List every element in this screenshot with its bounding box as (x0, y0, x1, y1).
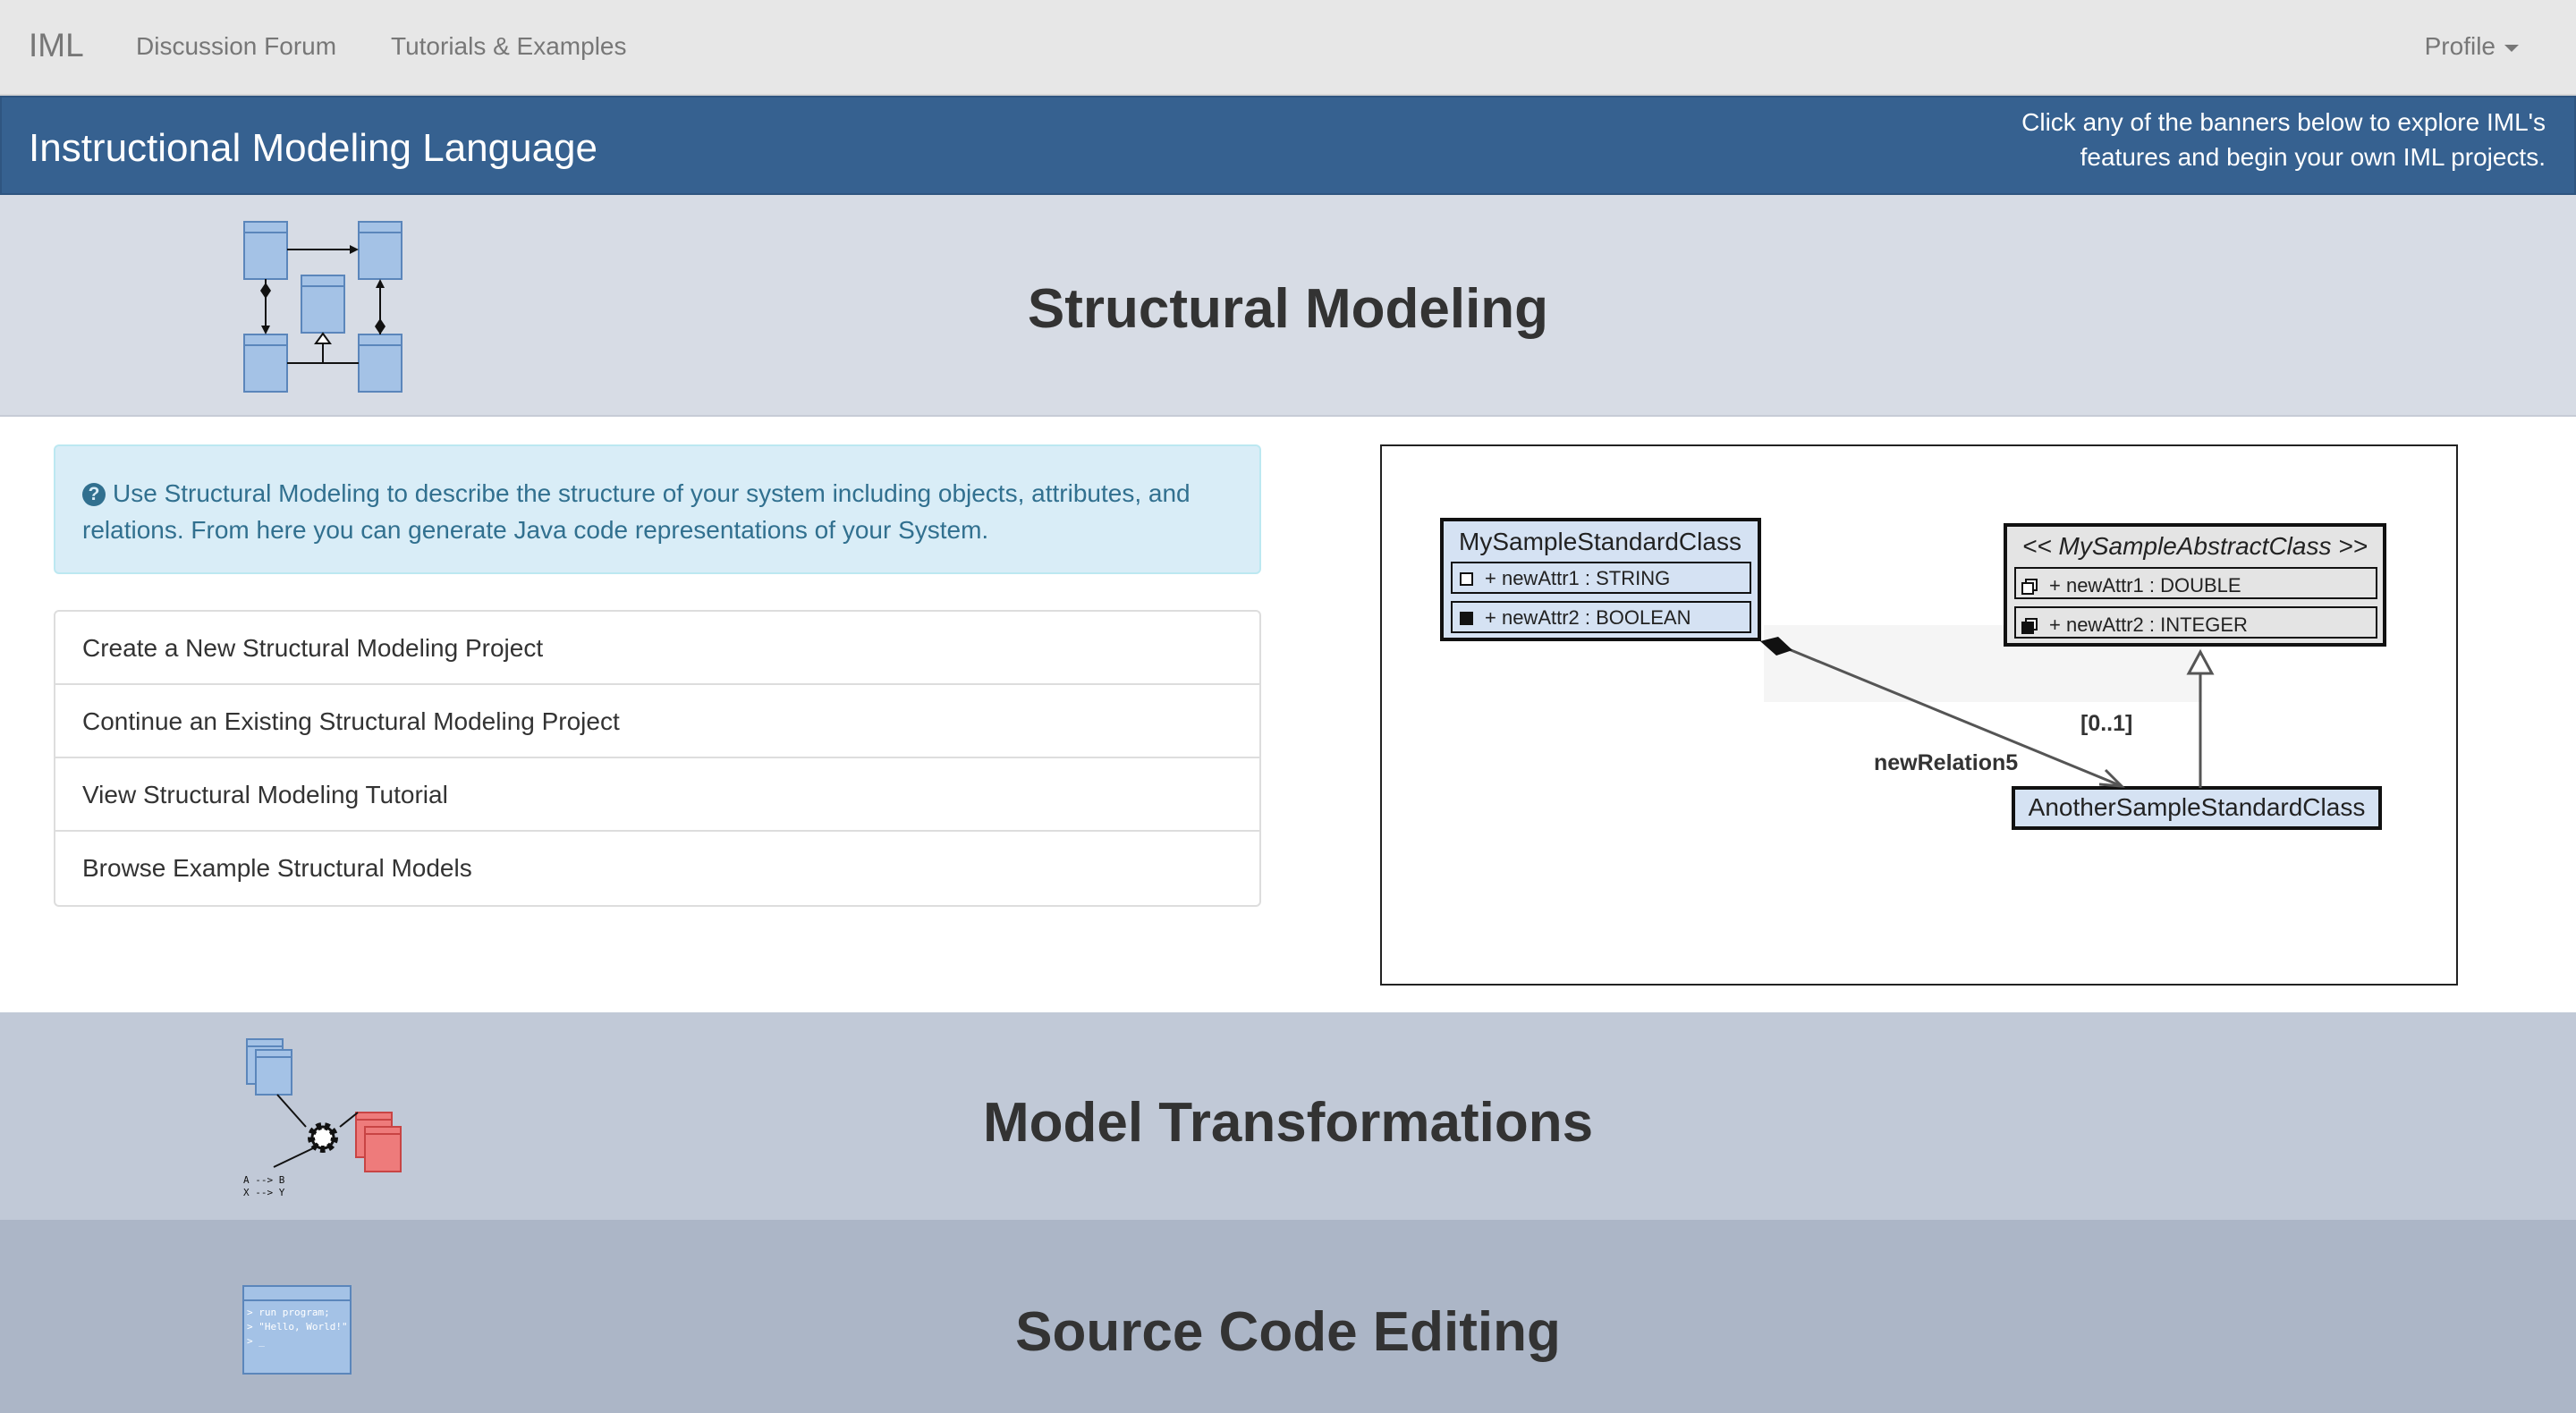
nav-tutorials-examples[interactable]: Tutorials & Examples (391, 32, 627, 61)
class1-name: MySampleStandardClass (1459, 528, 1741, 555)
class-mysamplestandardclass: MySampleStandardClass + newAttr1 : STRIN… (1440, 518, 1761, 641)
class-mysampleabstractclass: << MySampleAbstractClass >> + newAttr1 :… (2004, 523, 2386, 647)
source-code-editing-banner[interactable]: > run program; > "Hello, World!" > _ Sou… (0, 1220, 2576, 1413)
info-line2: relations. From here you can generate Ja… (82, 516, 989, 544)
class-anothersamplestandardclass: AnotherSampleStandardClass (2012, 786, 2382, 830)
header-note-line1: Click any of the banners below to explor… (2021, 108, 2546, 136)
transform-rule1: A --> B (243, 1174, 285, 1186)
class1-attr2: + newAttr2 : BOOLEAN (1485, 606, 1690, 629)
nav-discussion-forum[interactable]: Discussion Forum (136, 32, 336, 61)
model-transformations-title: Model Transformations (982, 1092, 1594, 1154)
class2-name: << MySampleAbstractClass >> (2022, 532, 2368, 560)
continue-project-link[interactable]: Continue an Existing Structural Modeling… (55, 685, 1259, 758)
class1-attr1: + newAttr1 : STRING (1485, 567, 1670, 589)
structural-modeling-banner[interactable]: Structural Modeling (0, 195, 2576, 417)
uml-diagram: MySampleStandardClass + newAttr1 : STRIN… (1440, 518, 2386, 830)
profile-label: Profile (2424, 32, 2496, 60)
structural-diagram-preview: MySampleStandardClass + newAttr1 : STRIN… (1380, 444, 2458, 986)
filled-attribute-icon (1460, 612, 1473, 625)
brand-logo[interactable]: IML (29, 27, 84, 64)
navbar: IML Discussion Forum Tutorials & Example… (0, 0, 2576, 96)
structural-modeling-title: Structural Modeling (1027, 278, 1549, 340)
public-attribute-icon (1460, 572, 1473, 586)
header-note-line2: features and begin your own IML projects… (2080, 143, 2546, 171)
question-circle-icon: ? (82, 483, 106, 506)
profile-dropdown[interactable]: Profile (2425, 32, 2519, 61)
page-title: Instructional Modeling Language (29, 126, 598, 170)
chevron-down-icon (2504, 44, 2519, 52)
view-tutorial-link[interactable]: View Structural Modeling Tutorial (55, 758, 1259, 832)
class3-name: AnotherSampleStandardClass (2029, 793, 2366, 821)
class2-attr2: + newAttr2 : INTEGER (2049, 613, 2248, 636)
structural-actions-list: Create a New Structural Modeling Project… (54, 610, 1261, 907)
source-code-editing-title: Source Code Editing (1015, 1301, 1561, 1363)
model-transformations-banner[interactable]: A --> B X --> Y Model Transformations (0, 1012, 2576, 1220)
multiplicity-label: [0..1] (2080, 711, 2132, 736)
create-project-link[interactable]: Create a New Structural Modeling Project (55, 612, 1259, 685)
structural-info-alert: ? Use Structural Modeling to describe the… (54, 444, 1261, 574)
class2-attr1: + newAttr1 : DOUBLE (2049, 574, 2241, 597)
header-instructions: Click any of the banners below to explor… (1919, 105, 2546, 174)
page-header: Instructional Modeling Language Click an… (0, 96, 2576, 195)
relation-label: newRelation5 (1874, 750, 2018, 775)
info-line1: Use Structural Modeling to describe the … (113, 479, 1191, 507)
transform-rule2: X --> Y (243, 1187, 285, 1198)
browse-examples-link[interactable]: Browse Example Structural Models (55, 832, 1259, 905)
